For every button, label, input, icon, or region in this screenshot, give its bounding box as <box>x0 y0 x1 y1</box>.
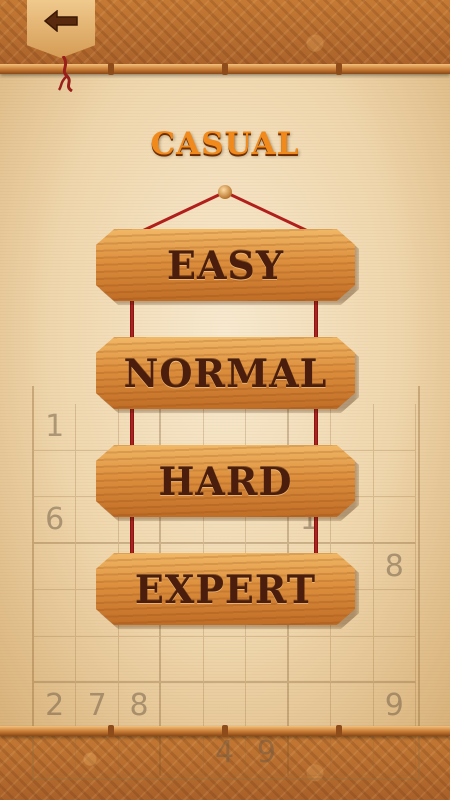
tag-string-icon <box>58 56 73 92</box>
easy-label: EASY <box>166 242 285 288</box>
hard-button[interactable]: HARD <box>96 445 355 517</box>
easy-button[interactable]: EASY <box>96 229 355 301</box>
nail-icon <box>218 185 232 199</box>
right-rope <box>314 290 318 590</box>
normal-button[interactable]: NORMAL <box>96 337 355 409</box>
hard-label: HARD <box>158 458 293 504</box>
expert-label: EXPERT <box>134 566 317 612</box>
mode-title: CASUAL <box>150 126 300 162</box>
expert-button[interactable]: EXPERT <box>96 553 355 625</box>
arrow-left-icon <box>43 10 78 32</box>
normal-label: NORMAL <box>123 350 328 396</box>
left-rope <box>130 290 134 590</box>
